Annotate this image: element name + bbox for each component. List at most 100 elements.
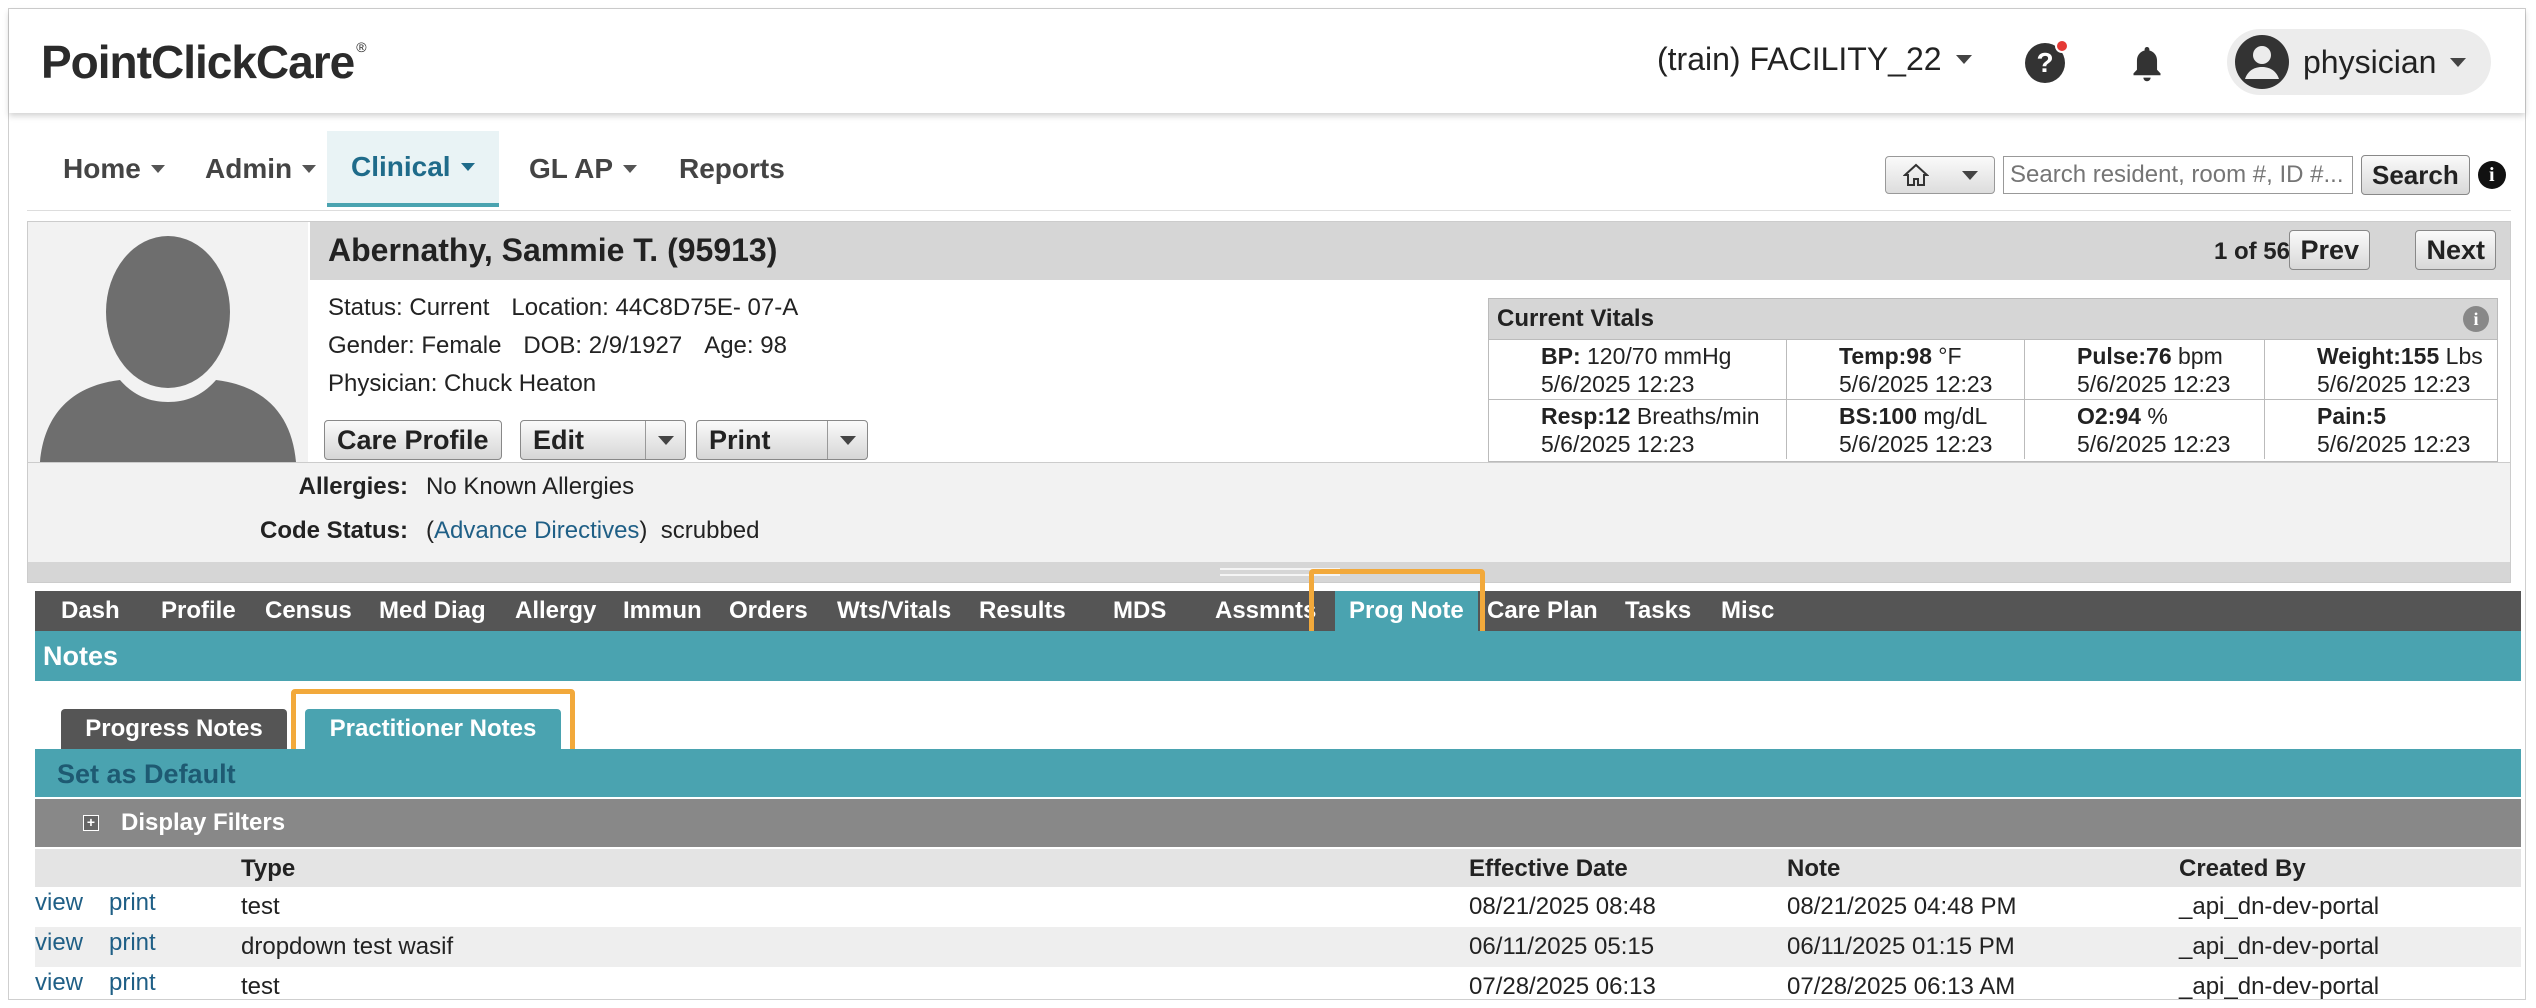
logo[interactable]: PointClickCare ® xyxy=(41,35,367,89)
tab-profile[interactable]: Profile xyxy=(161,591,236,631)
info-icon[interactable]: i xyxy=(2463,306,2489,332)
top-header: PointClickCare ® (train) FACILITY_22 ? ph… xyxy=(9,9,2525,113)
resident-banner: Abernathy, Sammie T. (95913) 1 of 56 Pre… xyxy=(27,221,2511,583)
note-type: test xyxy=(241,973,280,1000)
tab-results[interactable]: Results xyxy=(979,591,1066,631)
column-type[interactable]: Type xyxy=(241,855,295,883)
created-by: _api_dn-dev-portal xyxy=(2179,933,2380,960)
resident-age: Age: 98 xyxy=(704,332,787,359)
tab-practitioner-notes[interactable]: Practitioner Notes xyxy=(305,709,561,749)
tab-dash[interactable]: Dash xyxy=(61,591,120,631)
nav-clinical[interactable]: Clinical xyxy=(327,131,499,207)
nav-home[interactable]: Home xyxy=(39,131,189,207)
chevron-down-icon xyxy=(623,165,638,173)
effective-date: 06/11/2025 05:15 xyxy=(1469,933,1655,960)
info-icon[interactable]: i xyxy=(2477,161,2506,189)
current-vitals-panel: Current Vitals i BP: 120/70 mmHg 5/6/2025… xyxy=(1488,298,2498,462)
created-by: _api_dn-dev-portal xyxy=(2179,973,2380,1000)
table-row: view print test 08/21/2025 08:48 08/21/2… xyxy=(35,887,2521,927)
tab-wts-vitals[interactable]: Wts/Vitals xyxy=(837,591,951,631)
tab-progress-notes[interactable]: Progress Notes xyxy=(61,709,287,749)
column-created-by[interactable]: Created By xyxy=(2179,855,2306,883)
tab-prog-note[interactable]: Prog Note xyxy=(1335,591,1478,631)
resident-dob: DOB: 2/9/1927 xyxy=(523,332,683,359)
display-filters-bar[interactable]: + Display Filters xyxy=(35,799,2521,847)
chevron-down-icon[interactable] xyxy=(645,421,685,459)
chevron-down-icon xyxy=(150,165,165,173)
nav-admin[interactable]: Admin xyxy=(181,131,340,207)
tab-census[interactable]: Census xyxy=(265,591,352,631)
advance-directives-link[interactable]: Advance Directives xyxy=(434,517,639,544)
vitals-grid: BP: 120/70 mmHg 5/6/2025 12:23 Temp:98 °F… xyxy=(1489,339,2497,459)
tab-tasks[interactable]: Tasks xyxy=(1625,591,1691,631)
view-link[interactable]: view xyxy=(35,889,83,917)
help-icon[interactable]: ? xyxy=(2025,39,2069,83)
notes-title: Notes xyxy=(43,641,119,671)
notification-dot xyxy=(2055,39,2069,53)
vitals-header: Current Vitals i xyxy=(1489,299,2497,339)
prev-button[interactable]: Prev xyxy=(2289,230,2370,270)
home-icon xyxy=(1902,163,1929,186)
user-name: physician xyxy=(2303,43,2437,80)
avatar xyxy=(2235,35,2289,89)
column-effective-date[interactable]: Effective Date xyxy=(1469,855,1628,883)
note-type: dropdown test wasif xyxy=(241,933,454,960)
tab-mds[interactable]: MDS xyxy=(1113,591,1166,631)
notes-table-header: Type Effective Date Note Created By xyxy=(35,849,2521,887)
notes-header: Notes xyxy=(35,631,2521,681)
facility-name: (train) FACILITY_22 xyxy=(1657,41,1942,77)
resident-status: Status: Current xyxy=(328,294,490,321)
print-link[interactable]: print xyxy=(109,929,156,957)
code-status-value: (Advance Directives) scrubbed xyxy=(426,517,760,544)
search-input[interactable] xyxy=(2003,156,2353,194)
tab-allergy[interactable]: Allergy xyxy=(515,591,596,631)
code-status-label: Code Status: xyxy=(259,517,408,544)
view-link[interactable]: view xyxy=(35,929,83,957)
resident-physician: Physician: Chuck Heaton xyxy=(328,370,597,397)
effective-date: 08/21/2025 08:48 xyxy=(1469,893,1656,920)
bell-icon[interactable] xyxy=(2129,45,2165,85)
print-link[interactable]: print xyxy=(109,889,156,917)
expand-icon[interactable]: + xyxy=(83,815,99,831)
user-menu[interactable]: physician xyxy=(2227,29,2491,95)
next-button[interactable]: Next xyxy=(2415,230,2496,270)
search-button[interactable]: Search xyxy=(2361,155,2470,195)
main-nav: Home Admin Clinical GL AP Reports Search… xyxy=(27,131,2511,211)
tab-immun[interactable]: Immun xyxy=(623,591,702,631)
resident-photo xyxy=(28,222,308,462)
note-date: 07/28/2025 06:13 AM xyxy=(1787,973,2016,1000)
tab-assmnts[interactable]: Assmnts xyxy=(1215,591,1316,631)
nav-reports[interactable]: Reports xyxy=(655,131,809,207)
table-row: view print test 07/28/2025 06:13 07/28/2… xyxy=(35,967,2521,1007)
chevron-down-icon[interactable] xyxy=(827,421,867,459)
vital-pain: Pain:5 5/6/2025 12:23 xyxy=(2265,399,2497,459)
resident-count: 1 of 56 xyxy=(2213,238,2290,265)
print-button[interactable]: Print xyxy=(696,420,868,460)
column-note[interactable]: Note xyxy=(1787,855,1840,883)
effective-date: 07/28/2025 06:13 xyxy=(1469,973,1656,1000)
note-date: 08/21/2025 04:48 PM xyxy=(1787,893,2017,920)
tab-misc[interactable]: Misc xyxy=(1721,591,1774,631)
care-profile-button[interactable]: Care Profile xyxy=(324,420,502,460)
resident-location: Location: 44C8D75E- 07-A xyxy=(511,294,799,321)
display-filters-label[interactable]: Display Filters xyxy=(121,809,285,837)
tab-care-plan[interactable]: Care Plan xyxy=(1487,591,1598,631)
facility-selector[interactable]: (train) FACILITY_22 xyxy=(1657,41,1972,78)
created-by: _api_dn-dev-portal xyxy=(2179,893,2380,920)
tab-orders[interactable]: Orders xyxy=(729,591,808,631)
chevron-down-icon xyxy=(460,163,475,171)
nav-gl-ap[interactable]: GL AP xyxy=(505,131,661,207)
note-type: test xyxy=(241,893,280,920)
vital-resp: Resp:12 Breaths/min 5/6/2025 12:23 xyxy=(1489,399,1787,459)
resident-title-bar: Abernathy, Sammie T. (95913) 1 of 56 Pre… xyxy=(310,222,2510,280)
banner-resize-handle[interactable] xyxy=(28,562,2510,582)
view-link[interactable]: view xyxy=(35,969,83,997)
edit-button[interactable]: Edit xyxy=(520,420,686,460)
print-link[interactable]: print xyxy=(109,969,156,997)
tab-med-diag[interactable]: Med Diag xyxy=(379,591,486,631)
resident-status-line: Status: Current Location: 44C8D75E- 07-A xyxy=(328,294,798,322)
search-scope-select[interactable] xyxy=(1885,156,1995,194)
app-window: PointClickCare ® (train) FACILITY_22 ? ph… xyxy=(8,8,2526,1000)
set-as-default-link[interactable]: Set as Default xyxy=(57,759,236,790)
grip-icon xyxy=(1220,568,1340,576)
